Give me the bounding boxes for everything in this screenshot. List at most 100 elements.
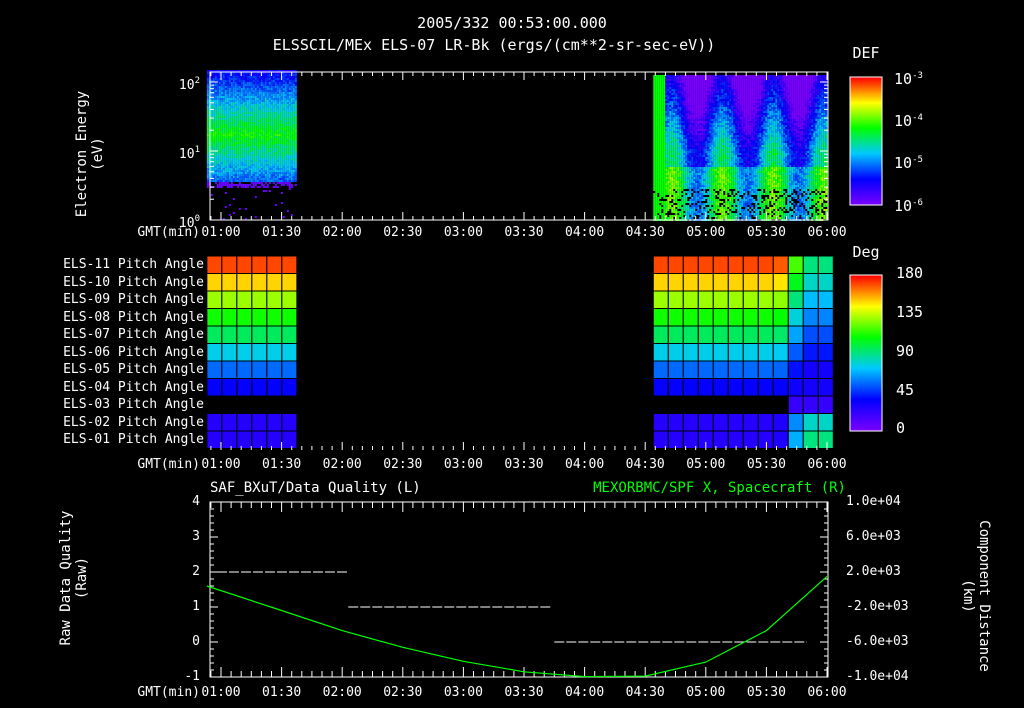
spectrogram-cell <box>280 98 283 100</box>
spectrogram-cell <box>683 107 686 109</box>
spectrogram-cell <box>669 125 672 127</box>
spectrogram-cell <box>278 130 281 132</box>
spectrogram-cell <box>282 92 285 94</box>
spectrogram-cell <box>685 117 688 119</box>
spectrogram-cell <box>286 116 289 118</box>
spectrogram-cell <box>663 103 666 105</box>
spectrogram-cell <box>276 162 279 164</box>
spectrogram-cell <box>671 87 674 89</box>
spectrogram-cell <box>218 172 221 174</box>
spectrogram-cell <box>675 81 678 83</box>
spectrogram-cell <box>667 103 670 105</box>
spectrogram-cell <box>689 177 692 179</box>
spectrogram-cell <box>274 180 277 182</box>
spectrogram-cell <box>663 121 666 123</box>
spectrogram-cell <box>246 94 249 96</box>
spectrogram-cell <box>252 108 255 110</box>
spectrogram-cell <box>667 87 670 89</box>
spectrogram-cell <box>240 128 243 130</box>
spectrogram-cell <box>697 105 700 107</box>
spectrogram-cell <box>224 206 227 208</box>
spectrogram-cell <box>713 127 716 129</box>
spectrogram-cell <box>284 158 287 160</box>
spectrogram-cell <box>226 160 229 162</box>
spectrogram-cell <box>697 187 700 189</box>
spectrogram-cell <box>701 217 704 219</box>
spectrogram-cell <box>715 157 718 159</box>
spectrogram-cell <box>659 193 662 195</box>
spectrogram-cell <box>232 180 235 182</box>
spectrogram-cell <box>284 132 287 134</box>
spectrogram-cell <box>697 91 700 93</box>
spectrogram-cell <box>711 197 714 199</box>
spectrogram-cell <box>719 149 722 151</box>
spectrogram-cell <box>228 178 231 180</box>
spectrogram-cell <box>697 203 700 205</box>
spectrogram-cell <box>699 141 702 143</box>
spectrogram-cell <box>685 83 688 85</box>
spectrogram-cell <box>260 122 263 124</box>
spectrogram-cell <box>258 96 261 98</box>
spectrogram-cell <box>230 174 233 176</box>
spectrogram-cell <box>715 91 718 93</box>
spectrogram-cell <box>669 87 672 89</box>
spectrogram-cell <box>266 170 269 172</box>
spectrogram-cell <box>683 79 686 81</box>
spectrogram-cell <box>669 205 672 207</box>
spectrogram-cell <box>657 157 660 159</box>
spectrogram-cell <box>270 138 273 140</box>
spectrogram-cell <box>683 133 686 135</box>
spectrogram-cell <box>288 152 291 154</box>
spectrogram-cell <box>689 107 692 109</box>
spectrogram-cell <box>701 159 704 161</box>
spectrogram-cell <box>278 116 281 118</box>
spectrogram-cell <box>709 157 712 159</box>
spectrogram-cell <box>659 159 662 161</box>
spectrogram-cell <box>242 150 245 152</box>
spectrogram-cell <box>685 105 688 107</box>
spectrogram-cell <box>679 179 682 181</box>
spectrogram-cell <box>268 172 271 174</box>
spectrogram-cell <box>216 126 219 128</box>
spectrogram-cell <box>685 115 688 117</box>
spectrogram-cell <box>228 172 231 174</box>
spectrogram-cell <box>701 203 704 205</box>
spectrogram-cell <box>665 79 668 81</box>
spectrogram-cell <box>264 142 267 144</box>
spectrogram-cell <box>244 152 247 154</box>
spectrogram-cell <box>667 115 670 117</box>
spectrogram-cell <box>276 96 279 98</box>
spectrogram-cell <box>673 199 676 201</box>
spectrogram-cell <box>232 212 235 214</box>
spectrogram-cell <box>711 123 714 125</box>
spectrogram-cell <box>691 75 694 77</box>
spectrogram-cell <box>292 136 295 138</box>
spectrogram-cell <box>282 138 285 140</box>
spectrogram-cell <box>262 116 265 118</box>
spectrogram-cell <box>663 147 666 149</box>
spectrogram-cell <box>242 100 245 102</box>
spectrogram-cell <box>705 187 708 189</box>
spectrogram-cell <box>236 146 239 148</box>
spectrogram-cell <box>280 168 283 170</box>
spectrogram-cell <box>262 86 265 88</box>
spectrogram-cell <box>288 134 291 136</box>
spectrogram-cell <box>697 213 700 215</box>
spectrogram-cell <box>709 101 712 103</box>
spectrogram-cell <box>282 96 285 98</box>
spectrogram-cell <box>657 177 660 179</box>
spectrogram-cell <box>238 96 241 98</box>
spectrogram-cell <box>248 134 251 136</box>
spectrogram-cell <box>669 107 672 109</box>
spectrogram-cell <box>216 180 219 182</box>
spectrogram-cell <box>689 121 692 123</box>
spectrogram-cell <box>667 159 670 161</box>
spectrogram-cell <box>294 130 297 132</box>
spectrogram-cell <box>270 110 273 112</box>
spectrogram-cell <box>715 181 718 183</box>
spectrogram-cell <box>691 147 694 149</box>
spectrogram-cell <box>675 195 678 197</box>
spectrogram-cell <box>675 177 678 179</box>
spectrogram-cell <box>234 144 237 146</box>
spectrogram-cell <box>679 119 682 121</box>
